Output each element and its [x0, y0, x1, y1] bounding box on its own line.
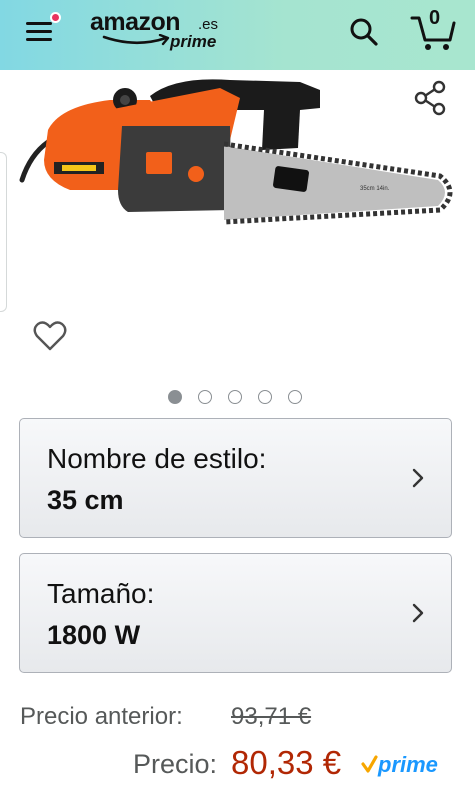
menu-icon-bar — [26, 30, 52, 33]
carousel-dot[interactable] — [228, 390, 242, 404]
carousel-dot[interactable] — [258, 390, 272, 404]
cart-button[interactable]: 0 — [410, 7, 458, 52]
search-button[interactable] — [348, 16, 380, 48]
size-selector[interactable]: Tamaño: 1800 W — [19, 553, 452, 673]
price-value: 80,33 € — [231, 744, 342, 781]
logo-tld: .es — [198, 16, 219, 33]
product-image[interactable]: 35cm 14in. — [0, 70, 475, 310]
heart-icon — [33, 321, 67, 351]
style-name-selector[interactable]: Nombre de estilo: 35 cm — [19, 418, 452, 538]
chevron-right-icon — [412, 468, 424, 488]
top-header: amazon .es prime 0 — [0, 0, 475, 70]
wishlist-button[interactable] — [33, 320, 67, 352]
carousel-dot[interactable] — [288, 390, 302, 404]
share-icon — [414, 80, 446, 116]
style-name-label: Nombre de estilo: — [47, 443, 267, 474]
cart-count: 0 — [429, 7, 441, 29]
amazon-prime-logo[interactable]: amazon .es prime — [90, 8, 230, 58]
image-carousel-dots — [168, 390, 308, 406]
prime-label: prime — [378, 752, 438, 777]
carousel-dot[interactable] — [198, 390, 212, 404]
logo-word: amazon — [90, 8, 181, 36]
price-label: Precio: — [133, 749, 218, 779]
previous-price-value: 93,71 € — [231, 703, 312, 730]
logo-prime: prime — [170, 32, 217, 51]
prime-badge: prime — [360, 752, 440, 778]
previous-price-label: Precio anterior: — [20, 703, 183, 730]
menu-icon-bar — [26, 22, 52, 25]
bar-marking: 35cm 14in. — [360, 186, 390, 192]
menu-icon-bar — [26, 38, 52, 41]
carousel-dot[interactable] — [168, 390, 182, 404]
size-label: Tamaño: — [47, 578, 155, 609]
chainsaw-image: 35cm 14in. — [19, 79, 453, 225]
logo-smile-icon — [102, 34, 170, 46]
notification-dot-icon — [50, 12, 61, 23]
size-value: 1800 W — [47, 620, 141, 650]
search-icon — [350, 18, 378, 46]
prime-check-icon — [361, 755, 378, 773]
chevron-right-icon — [412, 603, 424, 623]
brand-label — [146, 152, 172, 174]
share-button[interactable] — [413, 80, 447, 116]
style-name-value: 35 cm — [47, 485, 124, 515]
side-panel-handle[interactable] — [0, 152, 7, 312]
